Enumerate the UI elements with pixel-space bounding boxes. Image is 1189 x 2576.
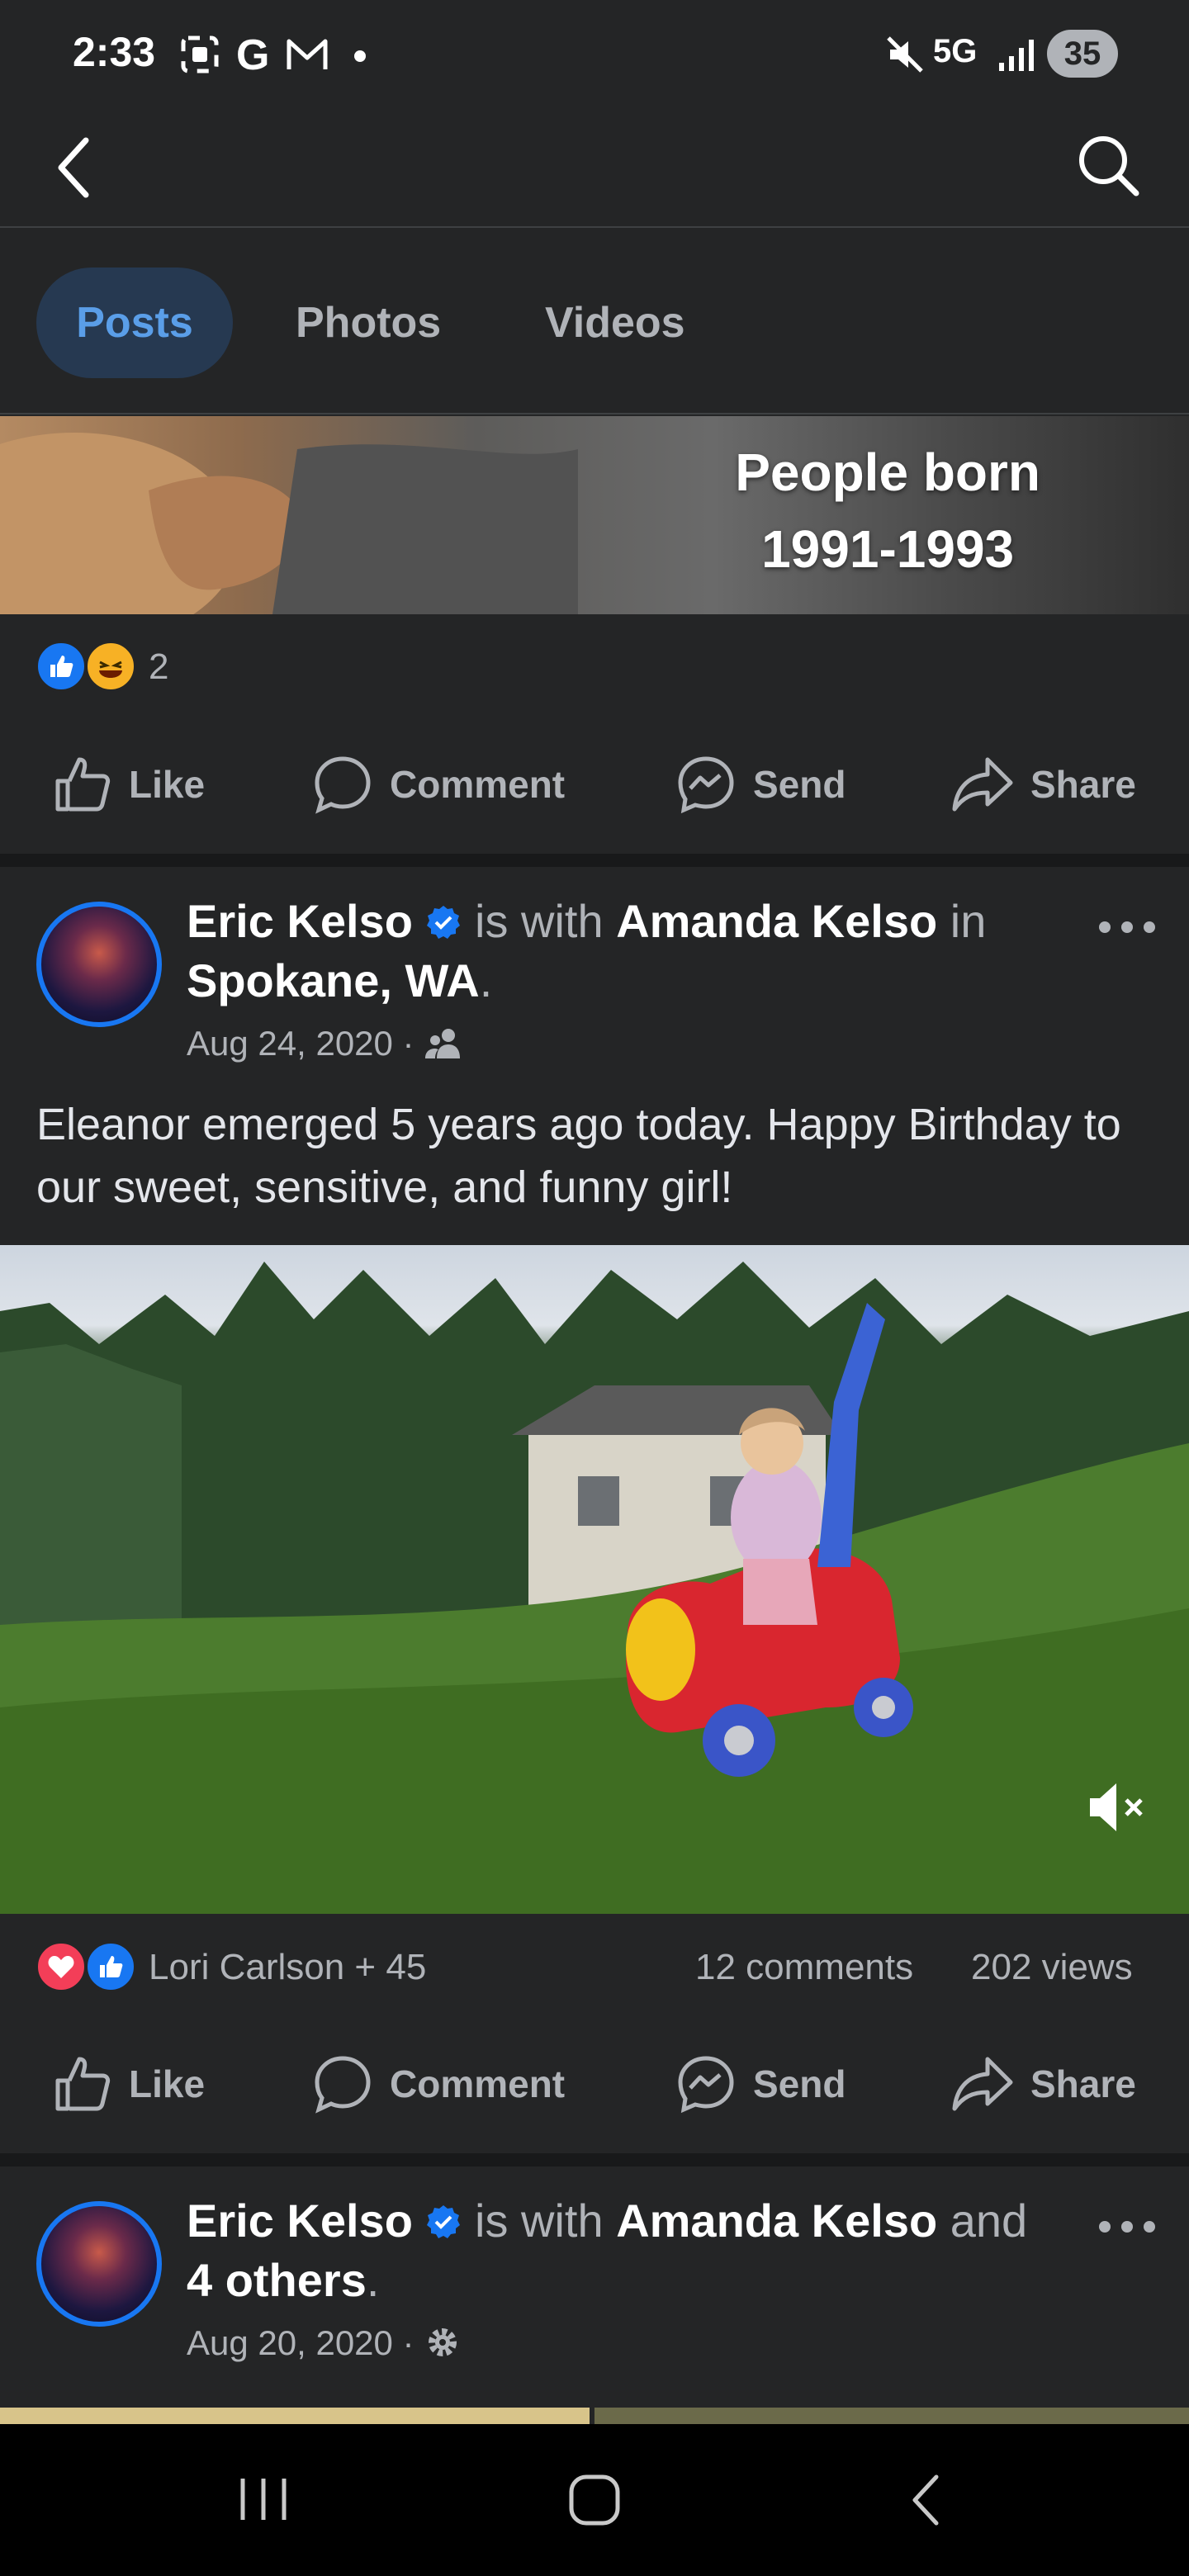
and-text: and	[950, 2195, 1028, 2247]
like-label: Like	[129, 2062, 206, 2105]
post-divider	[0, 854, 1189, 867]
post-date[interactable]: Aug 20, 2020 ·	[187, 2323, 462, 2363]
views-count: 202 views	[971, 1947, 1133, 1987]
screenshot-icon	[181, 36, 219, 73]
like-icon	[55, 2057, 111, 2111]
system-nav-bar	[0, 2424, 1189, 2576]
share-button[interactable]: Share	[950, 743, 1136, 826]
post-divider	[0, 2153, 1189, 2166]
avatar[interactable]	[36, 2201, 162, 2327]
with-text: is with	[475, 2195, 604, 2247]
with-text: is with	[475, 895, 604, 947]
svg-text:G: G	[236, 33, 269, 76]
back-arrow-icon[interactable]	[50, 130, 99, 205]
comment-button[interactable]: Comment	[310, 743, 565, 826]
reaction-count[interactable]: 2	[149, 646, 168, 688]
post-image-preview[interactable]	[594, 2408, 1189, 2424]
network-label: 5G	[933, 33, 978, 69]
like-label: Like	[129, 763, 206, 806]
tagged-name[interactable]: Amanda Kelso	[616, 895, 937, 947]
comment-label: Comment	[390, 763, 566, 806]
post-date[interactable]: Aug 24, 2020 ·	[187, 1024, 465, 1063]
messenger-icon	[678, 756, 734, 814]
status-bar: 2:33 G 5G 35	[0, 0, 1189, 107]
send-button[interactable]: Send	[674, 2043, 846, 2125]
in-text: in	[950, 895, 987, 947]
haha-reaction-icon	[84, 640, 137, 693]
like-reaction-icon	[84, 1940, 137, 1993]
post-image-preview[interactable]	[0, 2408, 590, 2424]
author-name[interactable]: Eric Kelso	[187, 2195, 413, 2247]
location-name[interactable]: Spokane, WA	[187, 954, 480, 1006]
banner-line-1: People born	[735, 443, 1040, 502]
notification-dot-icon	[354, 50, 366, 62]
search-icon[interactable]	[1075, 132, 1141, 198]
period: .	[479, 954, 493, 1006]
send-button[interactable]: Send	[674, 743, 846, 826]
like-icon	[55, 757, 111, 812]
send-label: Send	[753, 2062, 846, 2105]
home-icon[interactable]	[565, 2470, 624, 2530]
video-frame-illustration	[0, 1262, 1189, 1914]
comments-count[interactable]: 12 comments	[695, 1947, 913, 1988]
reactors-summary[interactable]: Lori Carlson + 45	[149, 1947, 426, 1988]
send-label: Send	[753, 763, 846, 806]
post-image[interactable]: People born 1991-1993	[0, 416, 1189, 614]
post-date-text: Aug 20, 2020 ·	[187, 2323, 414, 2362]
friends-audience-icon	[425, 1029, 461, 1058]
tab-videos[interactable]: Videos	[545, 268, 685, 378]
post-header: Eric Kelso is with Amanda Kelso in Spoka…	[187, 892, 1078, 1011]
like-reaction-icon	[35, 640, 88, 693]
banner-line-2: 1991-1993	[761, 519, 1015, 579]
share-label: Share	[1030, 2062, 1136, 2105]
author-name[interactable]: Eric Kelso	[187, 895, 413, 947]
top-nav	[0, 107, 1189, 228]
like-button[interactable]: Like	[51, 2043, 205, 2125]
system-back-icon[interactable]	[905, 2470, 948, 2530]
mute-icon	[887, 36, 923, 73]
others-link[interactable]: 4 others	[187, 2254, 367, 2306]
recent-apps-icon[interactable]	[234, 2472, 292, 2526]
battery-indicator: 35	[1047, 30, 1118, 78]
share-icon	[952, 2057, 1013, 2111]
verified-badge-icon	[427, 906, 461, 939]
share-button[interactable]: Share	[950, 2043, 1136, 2125]
verified-badge-icon	[427, 2205, 461, 2238]
post-date-text: Aug 24, 2020 ·	[187, 1024, 414, 1063]
comment-label: Comment	[390, 2062, 566, 2105]
tab-photos[interactable]: Photos	[296, 268, 441, 378]
gmail-icon	[287, 39, 328, 69]
tagged-name[interactable]: Amanda Kelso	[616, 2195, 937, 2247]
comment-icon	[315, 756, 371, 814]
status-time: 2:33	[73, 29, 156, 75]
comment-icon	[315, 2056, 371, 2114]
post-header: Eric Kelso is with Amanda Kelso and 4 ot…	[187, 2191, 1078, 2310]
messenger-icon	[678, 2056, 734, 2114]
tab-posts[interactable]: Posts	[36, 268, 233, 378]
love-reaction-icon	[35, 1940, 88, 1993]
more-options-icon[interactable]	[1097, 908, 1158, 946]
post-text: Eleanor emerged 5 years ago today. Happy…	[36, 1100, 1121, 1212]
avatar[interactable]	[36, 902, 162, 1027]
more-options-icon[interactable]	[1097, 2208, 1158, 2246]
custom-audience-gear-icon	[429, 2328, 457, 2356]
banner-caption: People born 1991-1993	[735, 434, 1040, 588]
share-label: Share	[1030, 763, 1136, 806]
signal-icon	[999, 40, 1034, 71]
like-button[interactable]: Like	[51, 743, 205, 826]
hand-image-detail	[0, 433, 578, 614]
mute-video-icon[interactable]	[1087, 1777, 1153, 1838]
comment-button[interactable]: Comment	[310, 2043, 565, 2125]
share-icon	[952, 757, 1013, 812]
google-icon: G	[236, 33, 269, 76]
post-video[interactable]	[0, 1245, 1189, 1914]
period: .	[366, 2254, 380, 2306]
